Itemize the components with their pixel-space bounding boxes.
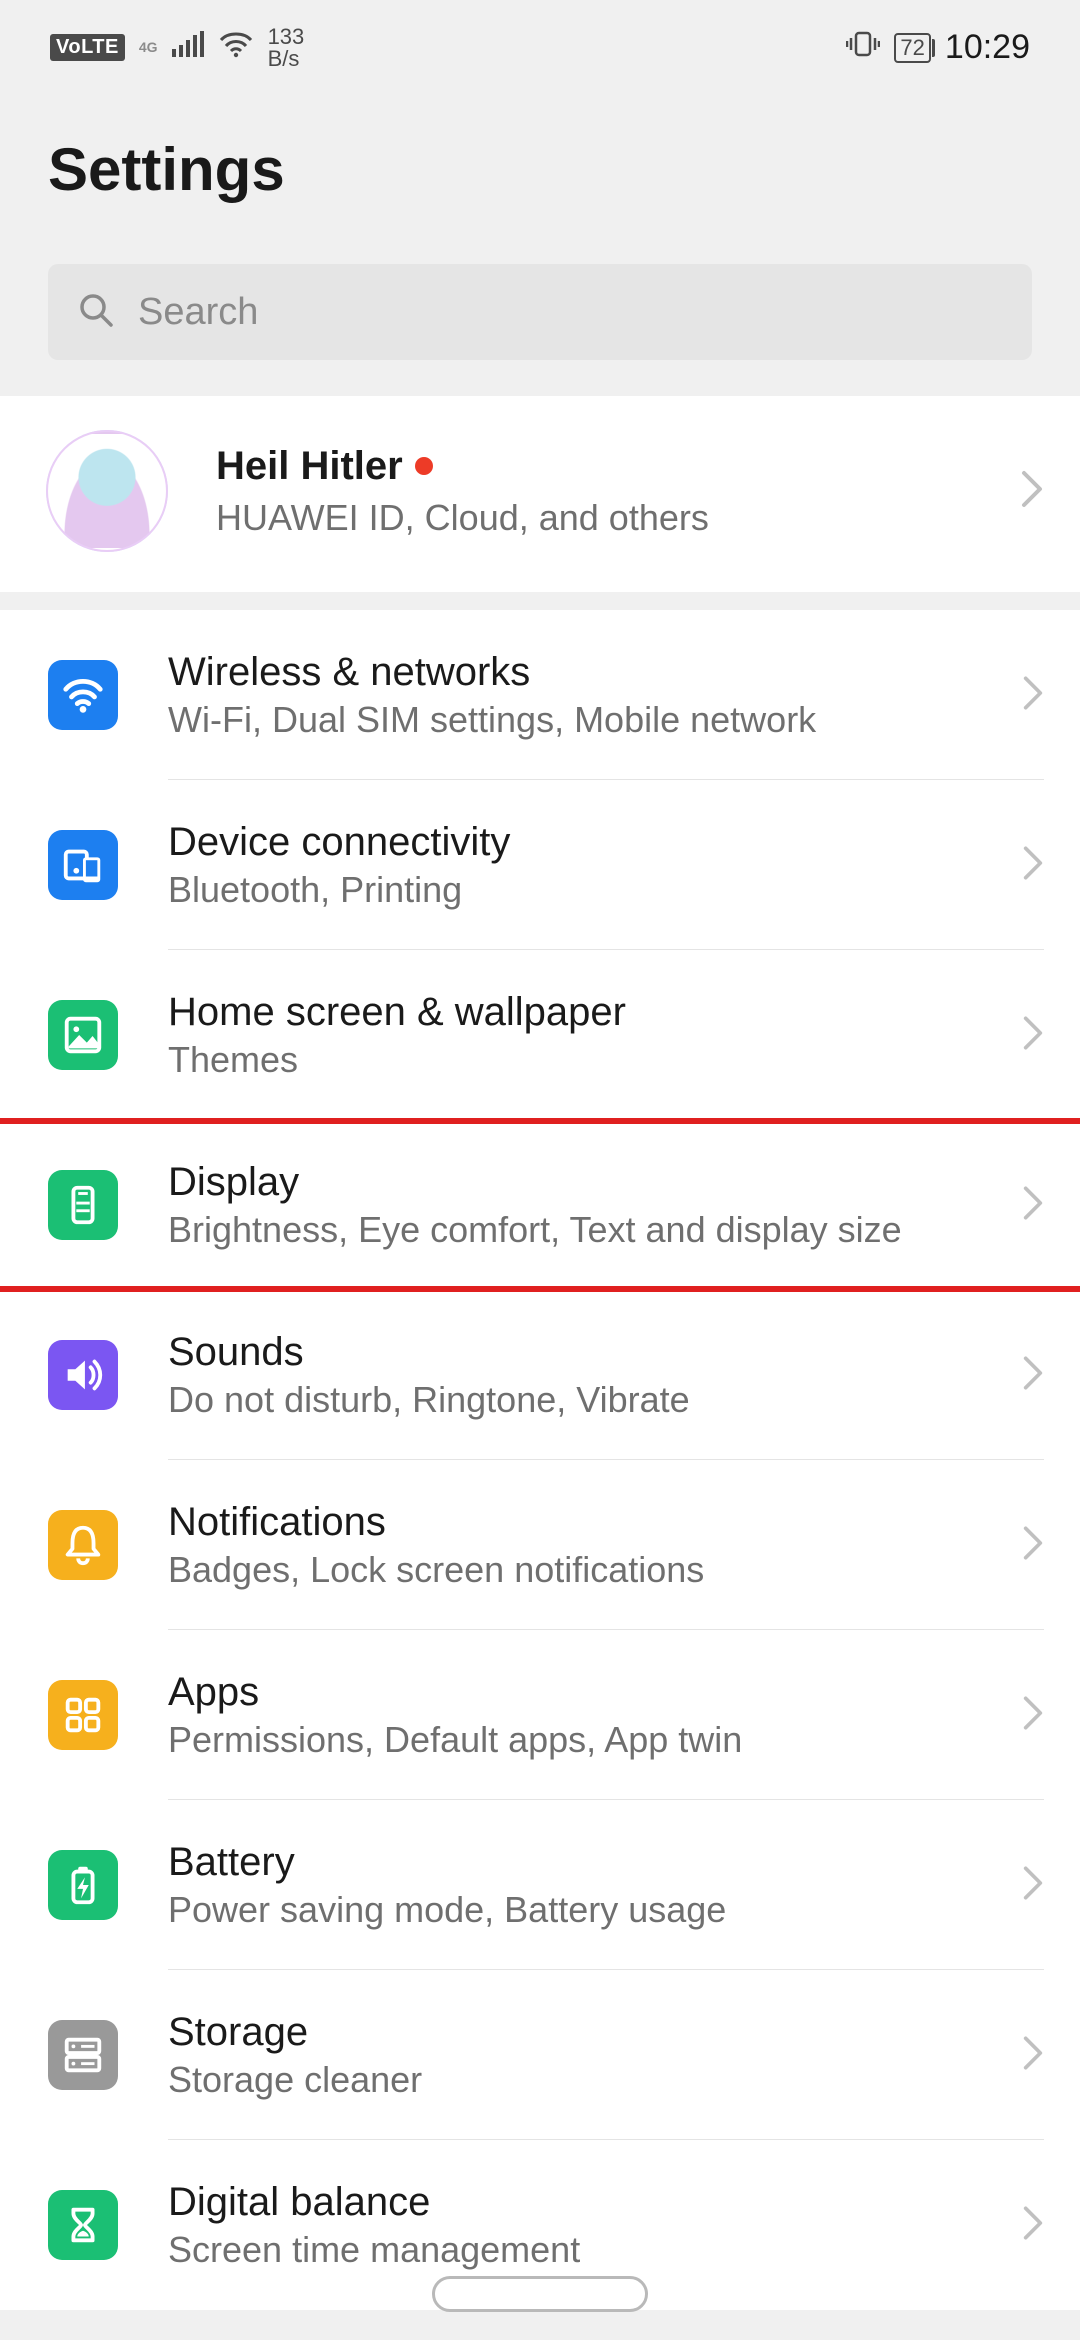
- settings-row-display[interactable]: Display Brightness, Eye comfort, Text an…: [0, 1120, 1080, 1290]
- account-subtitle: HUAWEI ID, Cloud, and others: [216, 497, 970, 539]
- chevron-right-icon: [1022, 1694, 1044, 1737]
- phone-icon: [48, 1170, 118, 1240]
- search-placeholder: Search: [138, 291, 258, 334]
- row-title: Apps: [168, 1670, 972, 1715]
- chevron-right-icon: [1022, 1354, 1044, 1397]
- row-subtitle: Badges, Lock screen notifications: [168, 1549, 972, 1591]
- notification-dot-icon: [415, 457, 433, 475]
- row-subtitle: Do not disturb, Ringtone, Vibrate: [168, 1379, 972, 1421]
- settings-row-home-wallpaper[interactable]: Home screen & wallpaper Themes: [0, 950, 1080, 1120]
- settings-row-device-connectivity[interactable]: Device connectivity Bluetooth, Printing: [0, 780, 1080, 950]
- wifi-icon: [218, 30, 254, 65]
- search-field[interactable]: Search: [48, 264, 1032, 360]
- page-title: Settings: [48, 135, 1032, 204]
- settings-row-sounds[interactable]: Sounds Do not disturb, Ringtone, Vibrate: [0, 1290, 1080, 1460]
- status-bar: VoLTE 4G 133 B/s 72 10:29: [0, 0, 1080, 95]
- network-gen-label: 4G: [139, 41, 158, 54]
- volte-badge: VoLTE: [50, 34, 125, 61]
- battery-indicator: 72: [894, 33, 930, 63]
- settings-row-notifications[interactable]: Notifications Badges, Lock screen notifi…: [0, 1460, 1080, 1630]
- row-title: Display: [168, 1160, 972, 1205]
- signal-icon: [172, 31, 204, 64]
- row-title: Sounds: [168, 1330, 972, 1375]
- row-subtitle: Permissions, Default apps, App twin: [168, 1719, 972, 1761]
- image-icon: [48, 1000, 118, 1070]
- battery-icon: [48, 1850, 118, 1920]
- chevron-right-icon: [1022, 1864, 1044, 1907]
- clock: 10:29: [945, 28, 1030, 67]
- network-speed: 133 B/s: [268, 26, 305, 70]
- settings-row-apps[interactable]: Apps Permissions, Default apps, App twin: [0, 1630, 1080, 1800]
- hourglass-icon: [48, 2190, 118, 2260]
- row-subtitle: Wi-Fi, Dual SIM settings, Mobile network: [168, 699, 972, 741]
- speaker-icon: [48, 1340, 118, 1410]
- search-icon: [76, 290, 116, 335]
- settings-row-wireless[interactable]: Wireless & networks Wi-Fi, Dual SIM sett…: [0, 610, 1080, 780]
- avatar: [48, 432, 166, 550]
- chevron-right-icon: [1022, 2034, 1044, 2077]
- row-subtitle: Storage cleaner: [168, 2059, 972, 2101]
- wifi-icon: [48, 660, 118, 730]
- settings-row-storage[interactable]: Storage Storage cleaner: [0, 1970, 1080, 2140]
- row-title: Battery: [168, 1840, 972, 1885]
- account-row[interactable]: Heil Hitler HUAWEI ID, Cloud, and others: [0, 396, 1080, 592]
- storage-icon: [48, 2020, 118, 2090]
- chevron-right-icon: [1022, 2204, 1044, 2247]
- page-header: Settings: [0, 95, 1080, 264]
- chevron-right-icon: [1020, 469, 1044, 514]
- chevron-right-icon: [1022, 1184, 1044, 1227]
- devices-icon: [48, 830, 118, 900]
- row-subtitle: Themes: [168, 1039, 972, 1081]
- bell-icon: [48, 1510, 118, 1580]
- row-title: Wireless & networks: [168, 650, 972, 695]
- account-name: Heil Hitler: [216, 444, 403, 489]
- row-title: Device connectivity: [168, 820, 972, 865]
- row-subtitle: Bluetooth, Printing: [168, 869, 972, 911]
- grid-icon: [48, 1680, 118, 1750]
- vibrate-icon: [846, 29, 880, 66]
- row-title: Storage: [168, 2010, 972, 2055]
- row-subtitle: Power saving mode, Battery usage: [168, 1889, 972, 1931]
- row-title: Notifications: [168, 1500, 972, 1545]
- row-subtitle: Brightness, Eye comfort, Text and displa…: [168, 1209, 972, 1251]
- row-subtitle: Screen time management: [168, 2229, 972, 2271]
- row-title: Digital balance: [168, 2180, 972, 2225]
- settings-list: Wireless & networks Wi-Fi, Dual SIM sett…: [0, 610, 1080, 2310]
- gesture-pill[interactable]: [432, 2276, 648, 2312]
- chevron-right-icon: [1022, 674, 1044, 717]
- row-title: Home screen & wallpaper: [168, 990, 972, 1035]
- chevron-right-icon: [1022, 1014, 1044, 1057]
- chevron-right-icon: [1022, 1524, 1044, 1567]
- settings-row-battery[interactable]: Battery Power saving mode, Battery usage: [0, 1800, 1080, 1970]
- chevron-right-icon: [1022, 844, 1044, 887]
